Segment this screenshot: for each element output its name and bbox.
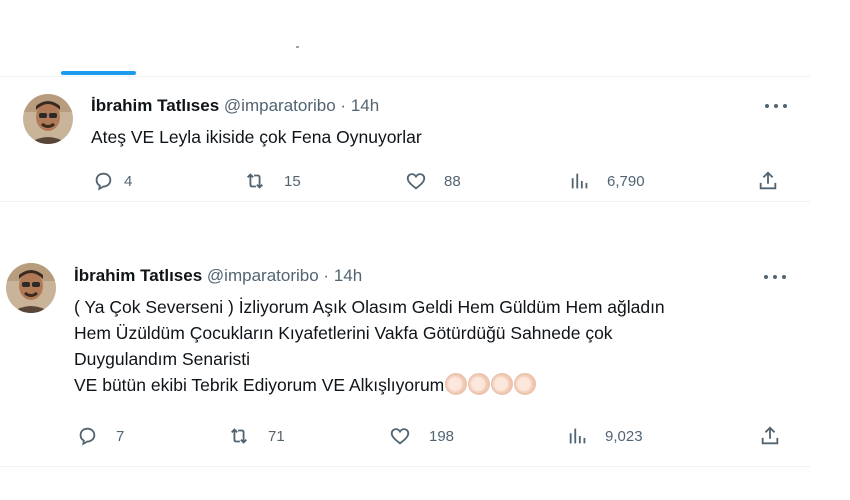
reply-count: 4 <box>124 172 133 190</box>
tweet-text-line: Ateş VE Leyla ikiside çok Fena Oynuyorla… <box>91 127 422 147</box>
tweet-actions: 7 71 198 9,023 <box>0 422 810 450</box>
tweet-text-line: Duygulandım Senaristi <box>74 349 251 369</box>
tweet-text-line: Hem Üzüldüm Çocukların Kıyafetlerini Vak… <box>74 323 613 343</box>
share-button[interactable] <box>759 425 781 447</box>
share-icon <box>761 426 779 445</box>
views-chart-icon <box>571 173 588 189</box>
views-count: 6,790 <box>607 172 645 190</box>
retweet-button[interactable]: 71 <box>228 425 285 447</box>
tweet[interactable]: İbrahim Tatlıses @imparatoribo · 14h ( Y… <box>0 248 810 467</box>
avatar[interactable] <box>6 263 56 313</box>
reply-count: 7 <box>116 427 125 445</box>
separator: · <box>340 96 347 115</box>
retweet-icon <box>247 173 263 189</box>
retweet-icon <box>231 428 247 444</box>
retweet-count: 15 <box>284 172 301 190</box>
tweet-time[interactable]: 14h <box>351 96 379 115</box>
share-button[interactable] <box>757 170 779 192</box>
retweet-count: 71 <box>268 427 285 445</box>
author-handle[interactable]: @imparatoribo <box>224 96 336 115</box>
views-count: 9,023 <box>605 427 643 445</box>
tweet-actions: 4 15 88 6,790 <box>0 167 810 195</box>
tweet-header: İbrahim Tatlıses @imparatoribo · 14h <box>91 96 379 116</box>
author-name[interactable]: İbrahim Tatlıses <box>74 266 202 285</box>
like-count: 88 <box>444 172 461 190</box>
clapping-hands-emoji-icon <box>514 373 537 395</box>
author-name[interactable]: İbrahim Tatlıses <box>91 96 219 115</box>
views-button[interactable]: 9,023 <box>567 425 643 447</box>
reply-button[interactable]: 7 <box>76 425 124 447</box>
views-button[interactable]: 6,790 <box>569 170 645 192</box>
clapping-hands-emoji-icon <box>445 373 468 395</box>
author-handle[interactable]: @imparatoribo <box>207 266 319 285</box>
reply-icon <box>95 172 112 191</box>
views-chart-icon <box>569 428 586 444</box>
separator: · <box>323 266 330 285</box>
heart-icon <box>390 428 410 445</box>
tweet[interactable]: İbrahim Tatlıses @imparatoribo · 14h Ate… <box>0 77 810 202</box>
avatar[interactable] <box>23 94 73 144</box>
reply-icon <box>79 427 96 446</box>
like-count: 198 <box>429 427 455 445</box>
active-tab-indicator <box>61 71 136 75</box>
like-button[interactable]: 88 <box>405 170 461 192</box>
like-button[interactable]: 198 <box>389 425 454 447</box>
tweet-text-line-with-emoji: VE bütün ekibi Tebrik Ediyorum VE Alkışl… <box>74 372 665 398</box>
more-horizontal-icon[interactable] <box>765 101 787 111</box>
tweet-text-line: VE bütün ekibi Tebrik Ediyorum VE Alkışl… <box>74 375 445 395</box>
tweet-text: Ateş VE Leyla ikiside çok Fena Oynuyorla… <box>91 124 422 150</box>
reply-button[interactable]: 4 <box>92 170 132 192</box>
clapping-hands-emoji-icon <box>491 373 514 395</box>
tweet-header: İbrahim Tatlıses @imparatoribo · 14h <box>74 266 362 286</box>
heart-icon <box>406 173 426 190</box>
clapping-hands-emoji-icon <box>468 373 491 395</box>
share-icon <box>759 171 777 190</box>
tab-bar-fragment <box>296 46 299 48</box>
more-horizontal-icon[interactable] <box>764 272 786 282</box>
tweet-text-line: ( Ya Çok Severseni ) İzliyorum Aşık Olas… <box>74 297 665 317</box>
tab-bar <box>0 0 810 77</box>
tweet-time[interactable]: 14h <box>334 266 362 285</box>
retweet-button[interactable]: 15 <box>244 170 301 192</box>
tweet-text: ( Ya Çok Severseni ) İzliyorum Aşık Olas… <box>74 294 665 398</box>
